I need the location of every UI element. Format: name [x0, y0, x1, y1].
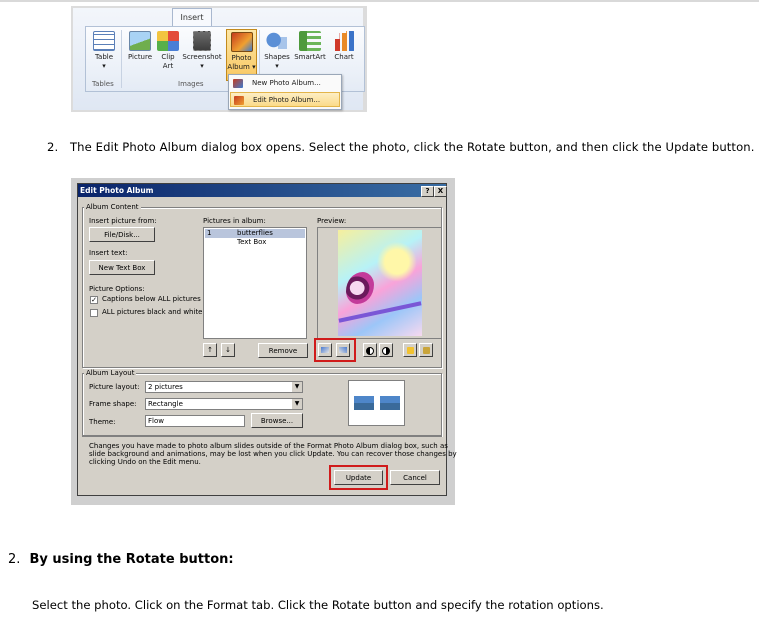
contrast-icon: [366, 347, 374, 355]
layout-thumb-2: [380, 396, 400, 410]
group-label-tables: Tables: [92, 80, 114, 88]
black-white-checkbox[interactable]: [90, 309, 98, 317]
preview-box: [317, 227, 442, 339]
ribbon-screenshot: Insert Table ▾ Picture Clip Art Screensh…: [71, 6, 367, 112]
shapes-button[interactable]: Shapes ▾: [262, 29, 292, 79]
smartart-icon: [299, 31, 321, 51]
close-button[interactable]: X: [434, 186, 447, 197]
contrast-low-icon: [382, 347, 390, 355]
table-button[interactable]: Table ▾: [90, 29, 118, 79]
contrast-down-button[interactable]: [379, 343, 393, 357]
chart-icon: [333, 31, 355, 51]
clip-art-icon: [157, 31, 179, 51]
list-item[interactable]: Text Box: [205, 238, 305, 247]
layout-thumb-1: [354, 396, 374, 410]
group-label-images: Images: [178, 80, 204, 88]
section-heading: 2. By using the Rotate button:: [8, 552, 234, 567]
table-icon: [93, 31, 115, 51]
edit-photo-album-dialog: Edit Photo Album ? X Album Content Inser…: [77, 183, 457, 496]
picture-layout-select[interactable]: 2 pictures ▼: [145, 381, 303, 393]
contrast-up-button[interactable]: [363, 343, 377, 357]
photo-album-menu: New Photo Album... Edit Photo Album...: [228, 74, 342, 110]
step-text: The Edit Photo Album dialog box opens. S…: [70, 140, 755, 154]
note-line-1: Changes you have made to photo album sli…: [89, 442, 448, 450]
update-highlight: [329, 465, 388, 490]
insert-text-label: Insert text:: [89, 249, 128, 257]
pictures-in-album-label: Pictures in album:: [203, 217, 266, 225]
smartart-button[interactable]: SmartArt: [293, 29, 327, 79]
dialog-title: Edit Photo Album: [78, 184, 446, 197]
top-divider: [0, 0, 759, 2]
picture-icon: [129, 31, 151, 51]
photo-swirl: [338, 301, 422, 323]
instruction-paragraph: Select the photo. Click on the Format ta…: [32, 598, 604, 612]
screenshot-button[interactable]: Screenshot ▾: [182, 29, 222, 79]
browse-button[interactable]: Browse...: [251, 413, 303, 428]
shapes-icon: [266, 31, 288, 51]
butterfly-photo: [338, 230, 422, 336]
brightness-down-button[interactable]: [419, 343, 433, 357]
cancel-button[interactable]: Cancel: [390, 470, 440, 485]
theme-input[interactable]: Flow: [145, 415, 245, 427]
dialog-screenshot: Edit Photo Album ? X Album Content Inser…: [71, 178, 457, 505]
clip-art-button[interactable]: Clip Art: [156, 29, 180, 79]
picture-layout-label: Picture layout:: [89, 383, 140, 391]
note-line-2: slide background and animations, may be …: [89, 450, 457, 458]
brightness-up-button[interactable]: [403, 343, 417, 357]
step-number: 2.: [47, 140, 59, 154]
group-separator: [121, 30, 122, 88]
preview-label: Preview:: [317, 217, 347, 225]
insert-picture-label: Insert picture from:: [89, 217, 157, 225]
menu-item-edit-photo-album[interactable]: Edit Photo Album...: [230, 92, 340, 107]
file-disk-button[interactable]: File/Disk...: [89, 227, 155, 242]
picture-button[interactable]: Picture: [125, 29, 155, 79]
layout-preview: [348, 380, 405, 426]
brightness-low-icon: [422, 347, 430, 354]
pictures-list[interactable]: 1 butterflies Text Box: [203, 227, 307, 339]
rotate-highlight: [314, 338, 356, 362]
menu-item-new-photo-album[interactable]: New Photo Album...: [230, 76, 340, 91]
note-line-3: clicking Undo on the Edit menu.: [89, 458, 201, 466]
remove-button[interactable]: Remove: [258, 343, 308, 358]
move-up-button[interactable]: ↑: [203, 343, 217, 357]
captions-label: Captions below ALL pictures: [102, 295, 201, 303]
theme-label: Theme:: [89, 418, 116, 426]
edit-album-icon: [234, 96, 244, 105]
captions-checkbox[interactable]: ✓: [90, 296, 98, 304]
black-white-label: ALL pictures black and white: [102, 308, 203, 316]
picture-options-label: Picture Options:: [89, 285, 145, 293]
album-layout-label: Album Layout: [84, 369, 137, 377]
tab-insert[interactable]: Insert: [172, 8, 212, 27]
frame-shape-select[interactable]: Rectangle ▼: [145, 398, 303, 410]
move-down-button[interactable]: ↓: [221, 343, 235, 357]
butterfly-wing: [346, 272, 374, 304]
new-album-icon: [233, 79, 243, 88]
chevron-down-icon: ▼: [292, 382, 302, 392]
screenshot-icon: [193, 31, 211, 51]
help-button[interactable]: ?: [421, 186, 434, 197]
album-content-label: Album Content: [84, 203, 141, 211]
list-item-selected[interactable]: 1 butterflies: [205, 229, 305, 238]
new-text-box-button[interactable]: New Text Box: [89, 260, 155, 275]
brightness-icon: [406, 347, 414, 354]
frame-shape-label: Frame shape:: [89, 400, 137, 408]
divider: [82, 436, 442, 437]
photo-album-icon: [230, 32, 253, 52]
chart-button[interactable]: Chart: [329, 29, 359, 79]
chevron-down-icon: ▼: [292, 399, 302, 409]
